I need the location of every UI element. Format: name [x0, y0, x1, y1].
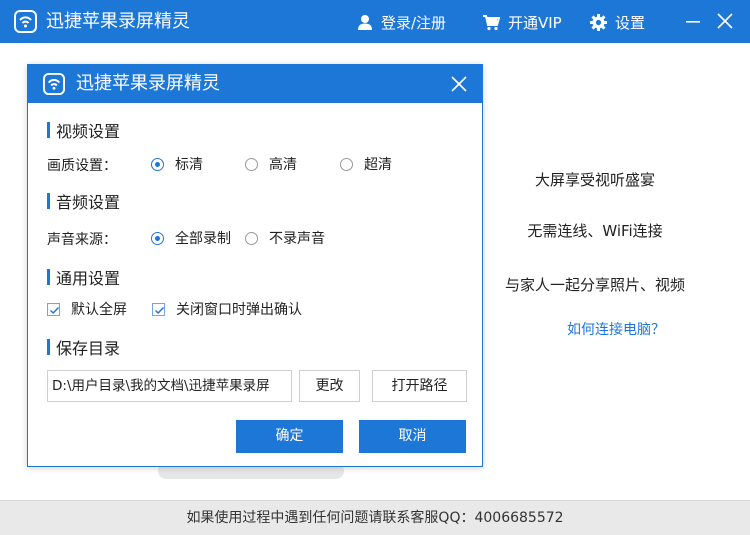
general-settings-title: 通用设置 [56, 269, 121, 288]
promo-line-1: 大屏享受视听盛宴 [534, 171, 655, 189]
app-titlebar: 迅捷苹果录屏精灵 登录/注册 开通VIP 设置 [0, 0, 750, 43]
save-path-field[interactable]: D:\用户目录\我的文档\迅捷苹果录屏 [47, 370, 292, 402]
general-settings-heading: 通用设置 [47, 267, 121, 288]
cart-icon [483, 14, 500, 30]
quality-option-hd-label: 高清 [269, 157, 297, 173]
section-marker [47, 269, 50, 285]
section-marker [47, 339, 50, 355]
radio-unchecked[interactable] [245, 231, 258, 245]
quality-option-uhd[interactable]: 超清 [340, 155, 392, 173]
ok-button[interactable]: 确定 [236, 420, 343, 453]
checkmark-icon [154, 306, 165, 314]
quality-option-hd[interactable]: 高清 [245, 155, 297, 173]
user-icon [358, 14, 372, 30]
settings-dialog: 迅捷苹果录屏精灵 视频设置 画质设置： 标清 高清 超清 音频设置 声音来源： … [27, 64, 483, 467]
settings-button[interactable]: 设置 [590, 11, 645, 33]
confirm-on-close-label: 关闭窗口时弹出确认 [176, 302, 302, 318]
open-path-button[interactable]: 打开路径 [372, 370, 467, 402]
promo-line-3: 与家人一起分享照片、视频 [504, 276, 685, 294]
dialog-logo-icon [43, 73, 65, 95]
audio-settings-title: 音频设置 [56, 193, 121, 212]
support-footer: 如果使用过程中遇到任何问题请联系客服QQ：4006685572 [0, 500, 750, 535]
radio-checked[interactable] [151, 231, 164, 245]
radio-checked[interactable] [151, 157, 164, 171]
checkmark-icon [49, 306, 60, 314]
confirm-on-close-checkbox[interactable]: 关闭窗口时弹出确认 [152, 300, 302, 318]
login-register-button[interactable]: 登录/注册 [357, 11, 446, 33]
checkbox-checked[interactable] [47, 302, 60, 316]
checkbox-checked[interactable] [152, 302, 165, 316]
audio-source-label: 声音来源： [47, 232, 117, 248]
how-to-connect-link[interactable]: 如何连接电脑？ [567, 319, 665, 339]
audio-option-mute-label: 不录声音 [269, 231, 325, 247]
section-marker [47, 122, 50, 138]
radio-unchecked[interactable] [245, 157, 258, 171]
quality-option-sd[interactable]: 标清 [151, 155, 203, 173]
dialog-title: 迅捷苹果录屏精灵 [76, 73, 220, 94]
default-fullscreen-checkbox[interactable]: 默认全屏 [47, 300, 127, 318]
quality-option-uhd-label: 超清 [364, 157, 392, 173]
login-register-label: 登录/注册 [381, 13, 447, 32]
video-settings-title: 视频设置 [56, 122, 121, 141]
gear-icon [590, 13, 607, 31]
promo-line-2: 无需连线、WiFi连接 [527, 222, 663, 240]
save-directory-title: 保存目录 [56, 339, 121, 358]
open-vip-button[interactable]: 开通VIP [482, 11, 562, 33]
cancel-button[interactable]: 取消 [359, 420, 466, 453]
audio-option-record-all[interactable]: 全部录制 [151, 229, 231, 247]
close-icon[interactable] [712, 8, 738, 34]
save-directory-heading: 保存目录 [47, 337, 121, 358]
open-vip-label: 开通VIP [508, 13, 562, 32]
app-title: 迅捷苹果录屏精灵 [46, 11, 190, 32]
video-settings-heading: 视频设置 [47, 120, 121, 141]
dialog-titlebar: 迅捷苹果录屏精灵 [28, 65, 482, 103]
default-fullscreen-label: 默认全屏 [71, 302, 127, 318]
app-logo-icon [14, 10, 37, 33]
radio-unchecked[interactable] [340, 157, 353, 171]
section-marker [47, 193, 50, 209]
dialog-close-icon[interactable] [448, 73, 470, 95]
audio-option-record-all-label: 全部录制 [175, 231, 231, 247]
quality-option-sd-label: 标清 [175, 157, 203, 173]
change-path-button[interactable]: 更改 [299, 370, 360, 402]
audio-settings-heading: 音频设置 [47, 191, 121, 212]
settings-label: 设置 [615, 13, 646, 32]
minimize-icon[interactable] [680, 8, 706, 34]
quality-label: 画质设置： [47, 158, 117, 174]
audio-option-mute[interactable]: 不录声音 [245, 229, 325, 247]
